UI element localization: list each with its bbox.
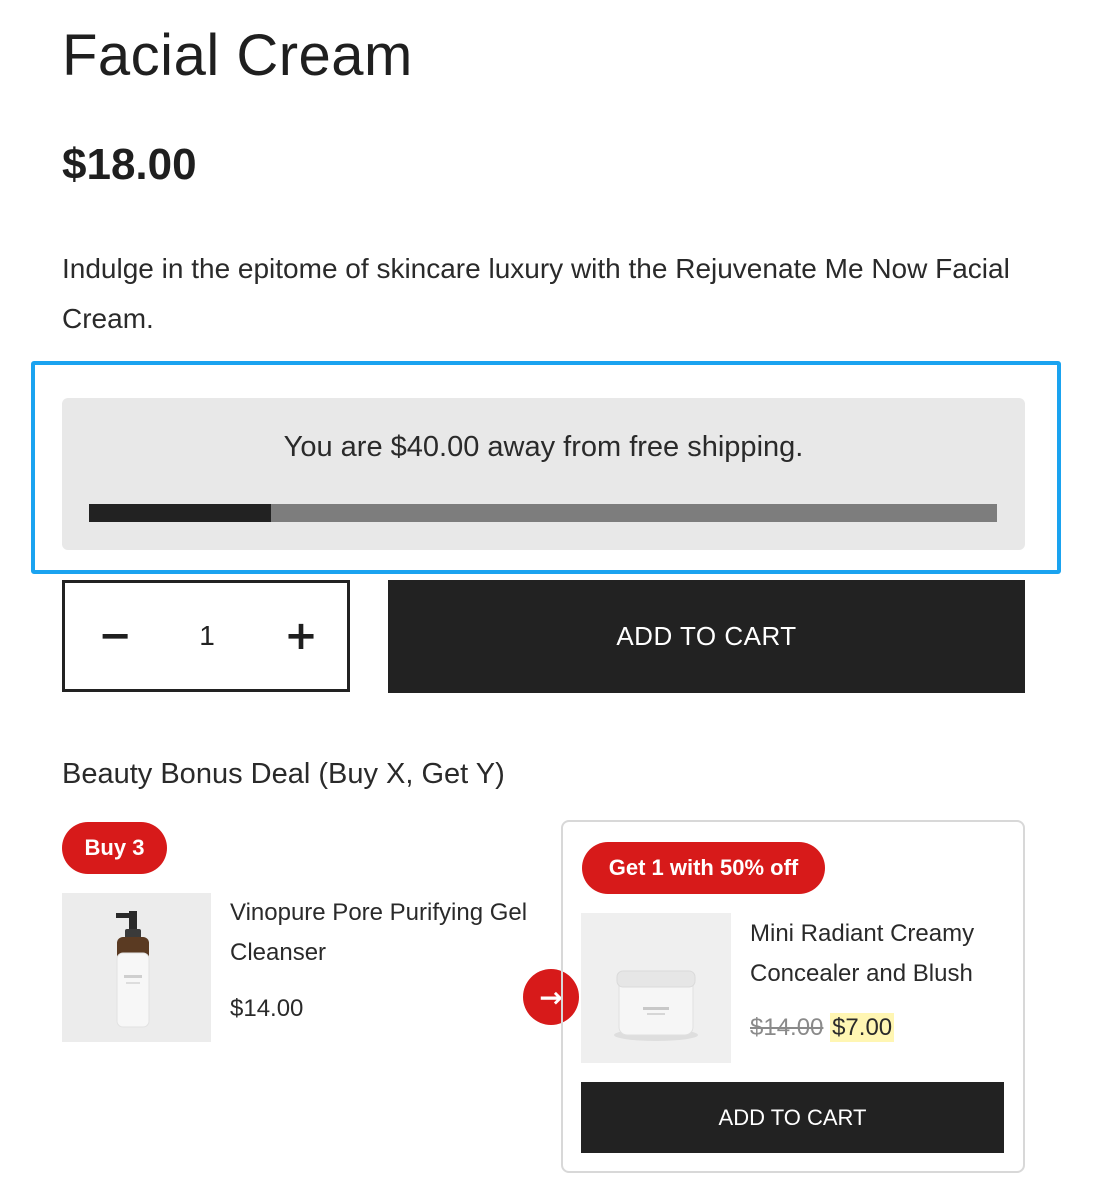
get-offer-badge: Get 1 with 50% off <box>582 842 825 894</box>
free-shipping-progress-bar <box>89 504 997 522</box>
free-shipping-message: You are $40.00 away from free shipping. <box>283 431 804 463</box>
free-shipping-banner: You are $40.00 away from free shipping. <box>62 398 1025 550</box>
product-price: $18.00 <box>62 140 197 189</box>
concealer-product-image[interactable] <box>581 913 731 1063</box>
cleanser-product-price: $14.00 <box>230 995 304 1022</box>
concealer-original-price: $14.00 <box>750 1014 824 1041</box>
quantity-decrease-button[interactable]: − <box>75 583 155 689</box>
quantity-input[interactable] <box>165 583 249 689</box>
offer-add-to-cart-button[interactable]: ADD TO CART <box>581 1082 1004 1153</box>
product-description: Indulge in the epitome of skincare luxur… <box>62 253 1010 334</box>
cleanser-bottle-illustration <box>62 893 211 1042</box>
quantity-increase-button[interactable]: + <box>261 583 341 689</box>
concealer-price-row: $14.00 $7.00 <box>750 1013 895 1042</box>
concealer-sale-price: $7.00 <box>830 1013 895 1042</box>
cleanser-product-name[interactable]: Vinopure Pore Purifying Gel Cleanser <box>230 893 530 973</box>
free-shipping-progress-fill <box>89 504 271 522</box>
buy-badge: Buy 3 <box>62 822 167 874</box>
product-title: Facial Cream <box>62 23 413 88</box>
add-to-cart-button[interactable]: ADD TO CART <box>388 580 1025 693</box>
cleanser-product-image[interactable] <box>62 893 211 1042</box>
deal-title: Beauty Bonus Deal (Buy X, Get Y) <box>62 758 505 790</box>
cream-jar-illustration <box>581 913 731 1063</box>
quantity-stepper: − + <box>62 580 350 692</box>
concealer-product-name[interactable]: Mini Radiant Creamy Concealer and Blush <box>750 914 1010 994</box>
